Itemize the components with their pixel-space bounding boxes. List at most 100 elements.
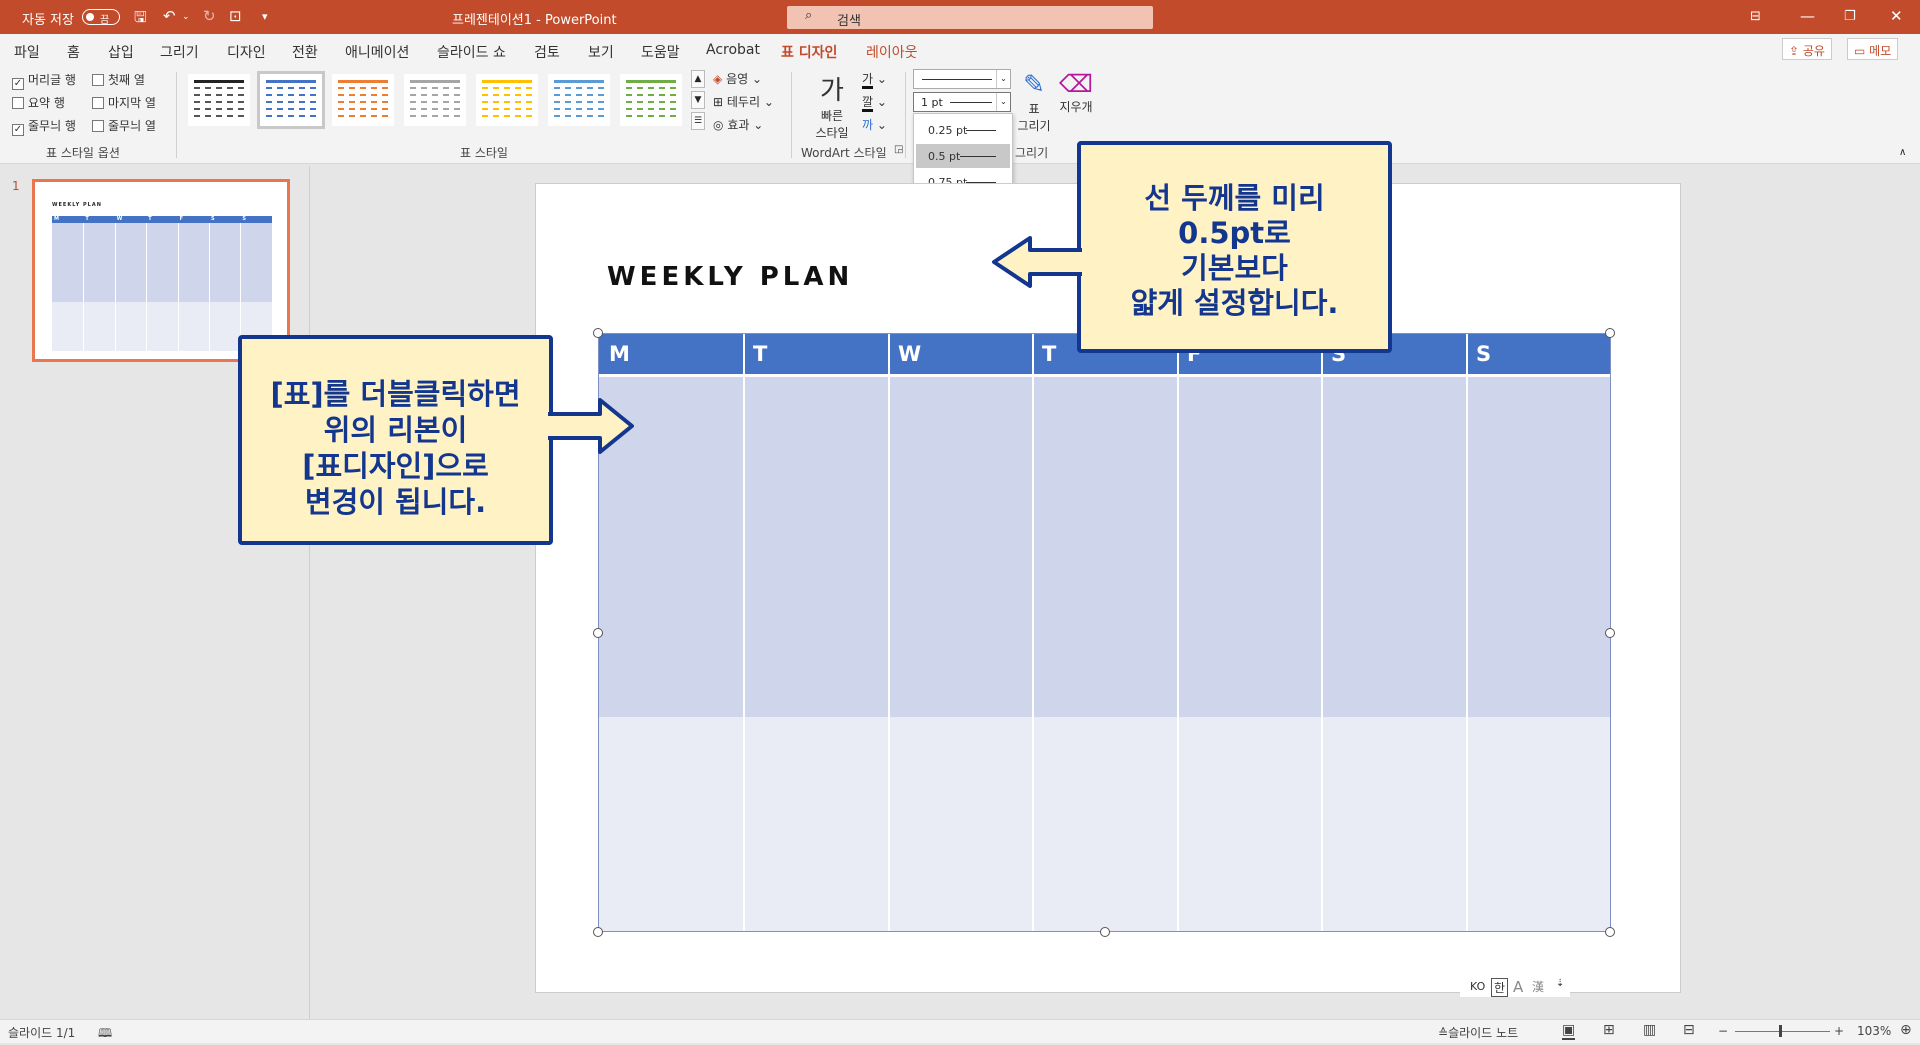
borders-button[interactable]: ⊞ 테두리 ⌄ (713, 93, 774, 110)
table-header-cell[interactable]: M (609, 342, 630, 366)
ribbon-display-icon[interactable]: ⊟ (1750, 9, 1761, 24)
ime-mode[interactable]: 한 (1491, 978, 1509, 997)
slideshow-view-icon[interactable]: ⊟ (1683, 1022, 1695, 1038)
first-column-checkbox[interactable]: 첫째 열 (92, 71, 145, 88)
draw-table-button[interactable]: ✎ 표 그리기 (1014, 70, 1054, 134)
comment-icon: ▭ (1854, 44, 1870, 58)
share-button[interactable]: ⇪ 공유 (1782, 38, 1832, 60)
tab-slideshow[interactable]: 슬라이드 쇼 (437, 42, 506, 62)
undo-dropdown-icon[interactable]: ⌄ (182, 12, 190, 22)
tab-view[interactable]: 보기 (588, 42, 614, 62)
notes-button[interactable]: ≙슬라이드 노트 (1438, 1024, 1518, 1041)
autosave-toggle[interactable]: 끔 (82, 9, 120, 26)
table-styles-gallery[interactable] (186, 70, 688, 130)
pen-weight-option[interactable]: 0.25 pt (916, 118, 1010, 142)
minimize-icon[interactable]: — (1800, 7, 1815, 25)
table-header-cell[interactable]: T (753, 342, 767, 366)
table-style-swatch[interactable] (548, 74, 610, 126)
table-style-swatch[interactable] (188, 74, 250, 126)
undo-icon[interactable]: ↶ (163, 7, 176, 25)
resize-handle[interactable] (593, 328, 603, 338)
resize-handle[interactable] (593, 628, 603, 638)
tab-layout[interactable]: 레이아웃 (866, 42, 918, 62)
ime-toolbar[interactable]: KO 한 A 漢 ⇣ (1460, 977, 1570, 997)
resize-handle[interactable] (1605, 328, 1615, 338)
zoom-in-button[interactable]: + (1834, 1024, 1844, 1038)
zoom-out-button[interactable]: − (1718, 1024, 1728, 1038)
zoom-level[interactable]: 103% (1857, 1024, 1891, 1038)
customize-icon[interactable]: ▾ (262, 10, 268, 23)
tab-draw[interactable]: 그리기 (160, 42, 199, 62)
text-effects-button[interactable]: 까 ⌄ (862, 116, 887, 133)
fit-slide-icon[interactable]: ⊕ (1900, 1022, 1912, 1038)
table-row[interactable] (599, 717, 1610, 931)
quick-styles-label: 빠른 (820, 109, 844, 123)
ribbon-separator (176, 72, 177, 158)
pen-weight-line (960, 156, 996, 157)
total-row-checkbox[interactable]: 요약 행 (12, 94, 65, 111)
weekly-table[interactable]: MTWTFSS (598, 333, 1611, 932)
header-row-checkbox[interactable]: ✓ 머리글 행 (12, 71, 76, 90)
thumb-header-cell: F (179, 216, 184, 222)
tab-insert[interactable]: 삽입 (108, 42, 134, 62)
resize-handle[interactable] (1100, 927, 1110, 937)
tab-design[interactable]: 디자인 (227, 42, 266, 62)
table-header-cell[interactable]: S (1476, 342, 1491, 366)
effects-button[interactable]: ◎ 효과 ⌄ (713, 116, 763, 133)
spellcheck-icon[interactable]: 🕮 (98, 1024, 112, 1045)
ime-lang[interactable]: KO (1470, 980, 1485, 993)
eraser-button[interactable]: ⌫ 지우개 (1056, 70, 1096, 115)
reading-view-icon[interactable]: ▥ (1643, 1022, 1656, 1038)
slide-sorter-icon[interactable]: ⊞ (1603, 1022, 1615, 1038)
tab-transitions[interactable]: 전환 (292, 42, 318, 62)
table-style-swatch[interactable] (404, 74, 466, 126)
tab-review[interactable]: 검토 (534, 42, 560, 62)
ime-hanja[interactable]: 漢 (1532, 978, 1544, 995)
text-outline-button[interactable]: 깔 ⌄ (862, 93, 887, 112)
pen-style-dropdown[interactable]: ⌄ (913, 69, 1011, 89)
tab-acrobat[interactable]: Acrobat (706, 42, 760, 58)
pen-weight-dropdown[interactable]: 1 pt ⌄ (913, 92, 1011, 112)
zoom-slider[interactable] (1735, 1025, 1830, 1037)
banded-columns-checkbox[interactable]: 줄무늬 열 (92, 117, 156, 134)
table-row[interactable] (599, 377, 1610, 717)
eraser-icon: ⌫ (1059, 70, 1093, 98)
tab-table-design[interactable]: 표 디자인 (781, 42, 838, 69)
slide-title[interactable]: WEEKLY PLAN (607, 262, 853, 292)
table-style-swatch[interactable] (476, 74, 538, 126)
tab-home[interactable]: 홈 (67, 42, 80, 62)
resize-handle[interactable] (1605, 927, 1615, 937)
gallery-more-icon[interactable]: ☰ (691, 112, 705, 130)
table-header-cell[interactable]: W (898, 342, 921, 366)
comments-button[interactable]: ▭ 메모 (1847, 38, 1899, 60)
save-icon[interactable]: 🖫 (134, 7, 147, 32)
table-style-swatch[interactable] (332, 74, 394, 126)
zoom-thumb[interactable] (1779, 1025, 1782, 1037)
close-icon[interactable]: ✕ (1890, 7, 1903, 25)
quick-styles-button[interactable]: 가 빠른 스타일 (810, 70, 854, 141)
shading-button[interactable]: ◈ 음영 ⌄ (713, 70, 762, 87)
tab-help[interactable]: 도움말 (641, 42, 680, 62)
normal-view-icon[interactable]: ▣ (1562, 1022, 1576, 1040)
text-fill-button[interactable]: 가 ⌄ (862, 70, 887, 89)
table-header-cell[interactable]: T (1042, 342, 1056, 366)
last-column-checkbox[interactable]: 마지막 열 (92, 94, 156, 111)
table-style-swatch[interactable] (257, 71, 325, 129)
restore-icon[interactable]: ❐ (1844, 9, 1856, 24)
resize-handle[interactable] (1605, 628, 1615, 638)
ime-menu-icon[interactable]: ⇣ (1556, 978, 1564, 989)
present-icon[interactable]: ⊡ (229, 7, 242, 25)
redo-icon[interactable]: ↻ (203, 7, 216, 25)
tab-file[interactable]: 파일 (14, 42, 40, 62)
collapse-ribbon-icon[interactable]: ∧ (1899, 147, 1906, 158)
ime-a[interactable]: A (1513, 978, 1523, 996)
wordart-launcher-icon[interactable]: ◲ (894, 144, 903, 155)
table-style-swatch[interactable] (620, 74, 682, 126)
gallery-up-icon[interactable]: ▲ (691, 70, 705, 88)
banded-rows-checkbox[interactable]: ✓ 줄무늬 행 (12, 117, 76, 136)
gallery-down-icon[interactable]: ▼ (691, 91, 705, 109)
pen-weight-option[interactable]: 0.5 pt (916, 144, 1010, 168)
tab-animations[interactable]: 애니메이션 (345, 42, 409, 62)
search-box[interactable]: ⌕ 검색 (787, 6, 1153, 29)
resize-handle[interactable] (593, 927, 603, 937)
